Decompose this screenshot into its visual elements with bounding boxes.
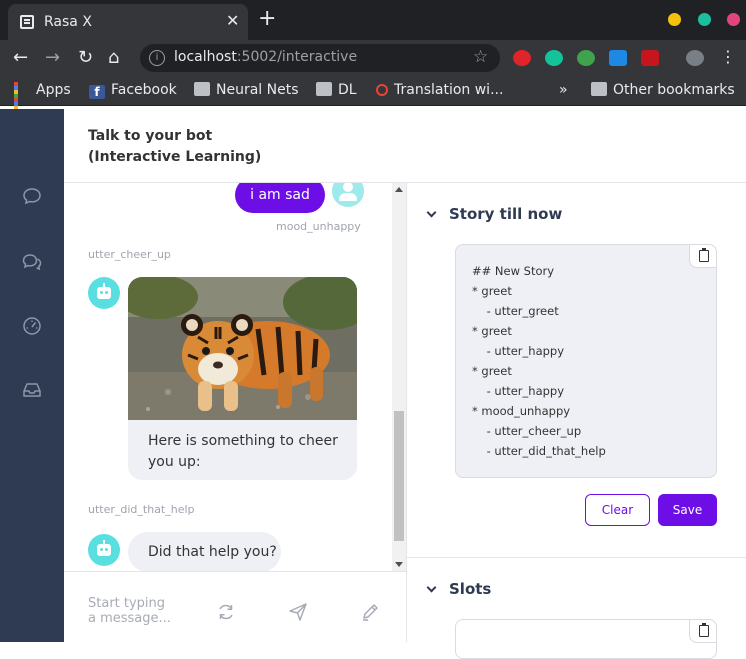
conversations-icon[interactable] (22, 253, 42, 271)
new-tab-button[interactable]: + (258, 8, 276, 30)
story-text: ## New Story * greet - utter_greet * gre… (472, 264, 606, 458)
profile-avatar[interactable] (686, 50, 704, 66)
restart-conversation-icon[interactable] (216, 602, 236, 622)
bot-card-text: Here is something to cheer you up: (148, 433, 338, 470)
apps-grid-icon (14, 82, 30, 118)
browser-tab[interactable]: Rasa X ✕ (8, 4, 248, 40)
inbox-icon[interactable] (22, 381, 42, 399)
action-label-did-that-help[interactable]: utter_did_that_help (88, 503, 195, 516)
intent-label[interactable]: mood_unhappy (276, 220, 361, 233)
copy-clipboard-icon[interactable] (689, 619, 717, 643)
user-avatar (332, 183, 364, 207)
dashboard-gauge-icon[interactable] (22, 317, 42, 335)
browser-tab-strip: Rasa X ✕ + (0, 0, 746, 40)
bookmark-other[interactable]: Other bookmarks (591, 82, 735, 98)
rasa-favicon-icon (20, 15, 34, 29)
copy-clipboard-icon[interactable] (689, 244, 717, 268)
facebook-icon: f (89, 85, 105, 99)
bookmark-translation[interactable]: Translation wi... (376, 82, 503, 98)
bot-avatar (88, 277, 120, 309)
scrollbar-thumb[interactable] (394, 411, 404, 541)
globe-extension-icon[interactable] (577, 50, 595, 66)
chevron-down-icon (426, 207, 437, 218)
chat-history[interactable]: i am sad mood_unhappy utter_cheer_up Her… (64, 183, 392, 571)
back-arrow-icon[interactable]: ← (13, 48, 28, 68)
folder-icon (194, 82, 210, 96)
chat-bubble-icon[interactable] (22, 187, 42, 205)
browser-toolbar: ← → ↻ ⌂ i localhost:5002/interactive ☆ (0, 40, 746, 76)
bot-message-bubble: Did that help you? (128, 532, 281, 571)
chevron-down-icon (426, 582, 437, 593)
scroll-up-arrow-icon[interactable] (395, 187, 403, 192)
section-divider (407, 557, 746, 558)
folder-icon (316, 82, 332, 96)
reload-icon[interactable]: ↻ (78, 48, 93, 68)
url-text[interactable]: localhost:5002/interactive (174, 49, 357, 65)
grammarly-extension-icon[interactable] (545, 50, 563, 66)
bookmarks-overflow-button[interactable]: » (559, 82, 568, 98)
tab-title: Rasa X (44, 14, 92, 30)
address-bar[interactable]: i localhost:5002/interactive ☆ (140, 44, 500, 72)
chat-scrollbar[interactable] (392, 183, 406, 571)
bookmark-apps[interactable]: Apps (14, 82, 71, 118)
site-info-icon[interactable]: i (149, 50, 165, 66)
story-box: ## New Story * greet - utter_greet * gre… (455, 244, 717, 478)
close-window-button[interactable] (727, 13, 740, 26)
save-button[interactable]: Save (658, 494, 717, 526)
user-message-bubble: i am sad (235, 183, 325, 213)
story-section-header[interactable]: Story till now (426, 205, 562, 223)
message-composer[interactable]: Start typing a message... (64, 571, 406, 642)
bookmark-neural-nets[interactable]: Neural Nets (194, 82, 299, 98)
maximize-window-button[interactable] (698, 13, 711, 26)
bookmark-facebook[interactable]: f Facebook (89, 82, 177, 99)
bookmark-dl[interactable]: DL (316, 82, 357, 98)
panel-divider (406, 183, 407, 642)
zip-extension-icon[interactable] (609, 50, 627, 66)
home-icon[interactable]: ⌂ (108, 48, 119, 68)
page-header: Talk to your bot (Interactive Learning) (64, 109, 746, 183)
message-input[interactable]: Start typing a message... (88, 596, 171, 626)
bookmarks-bar: Apps f Facebook Neural Nets DL Translatio… (0, 76, 746, 118)
page-title: Talk to your bot (88, 128, 213, 144)
browser-menu-icon[interactable]: ⋮ (720, 49, 736, 66)
page-subtitle: (Interactive Learning) (88, 149, 262, 165)
bot-image-card: Here is something to cheer you up: (128, 277, 357, 480)
minimize-window-button[interactable] (668, 13, 681, 26)
bookmark-star-icon[interactable]: ☆ (473, 47, 488, 67)
tiger-cub-image (128, 277, 357, 420)
adblock-extension-icon[interactable] (513, 50, 531, 66)
slots-section-header[interactable]: Slots (426, 580, 491, 598)
tab-close-icon[interactable]: ✕ (226, 11, 239, 30)
send-message-icon[interactable] (288, 602, 308, 622)
action-label-cheer-up[interactable]: utter_cheer_up (88, 248, 171, 261)
forward-arrow-icon[interactable]: → (45, 48, 60, 68)
clear-button[interactable]: Clear (585, 494, 650, 526)
folder-icon (591, 82, 607, 96)
edit-pen-icon[interactable] (360, 602, 380, 622)
slots-box (455, 619, 717, 659)
app-sidebar (0, 109, 64, 642)
bot-avatar (88, 534, 120, 566)
pdf-extension-icon[interactable] (641, 50, 659, 66)
translation-icon (376, 84, 388, 96)
scroll-down-arrow-icon[interactable] (395, 562, 403, 567)
